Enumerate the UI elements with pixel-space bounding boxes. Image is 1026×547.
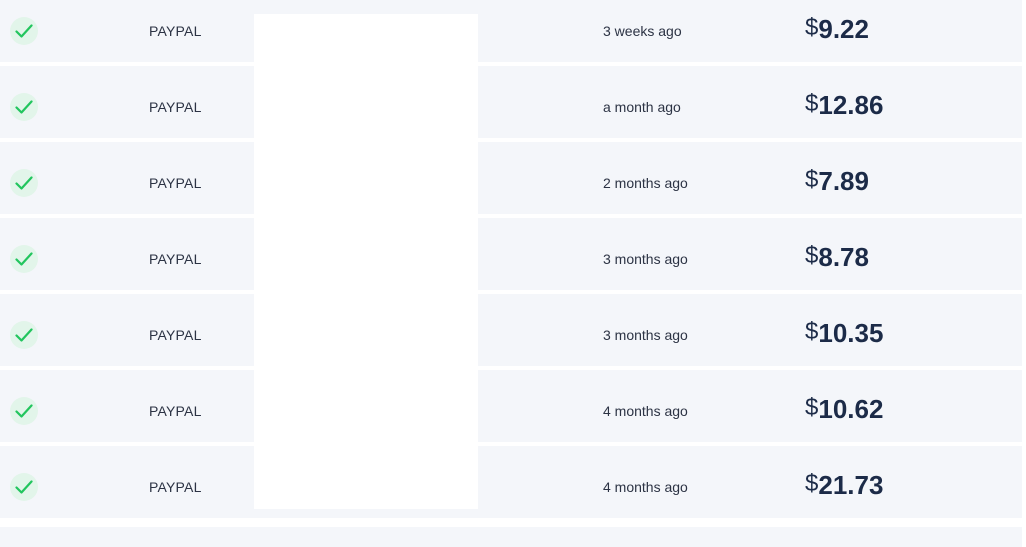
transaction-time: a month ago	[603, 99, 681, 115]
currency-symbol: $	[805, 14, 819, 41]
currency-symbol: $	[805, 242, 819, 269]
currency-symbol: $	[805, 90, 819, 117]
currency-symbol: $	[805, 470, 819, 497]
amount-value: 8.78	[818, 242, 869, 272]
table-row[interactable]: PAYPAL 3 weeks ago $9.22	[0, 0, 1022, 62]
transaction-amount: $10.62	[805, 394, 883, 425]
transaction-amount: $10.35	[805, 318, 883, 349]
payment-method: PAYPAL	[149, 403, 202, 419]
amount-value: 12.86	[818, 90, 884, 120]
transaction-time: 3 months ago	[603, 251, 688, 267]
transaction-amount: $8.78	[805, 242, 869, 273]
transaction-time: 4 months ago	[603, 403, 688, 419]
transaction-time: 4 months ago	[603, 479, 688, 495]
amount-value: 9.22	[818, 14, 869, 44]
transaction-amount: $21.73	[805, 470, 883, 501]
transaction-amount: $12.86	[805, 90, 883, 121]
currency-symbol: $	[805, 394, 819, 421]
amount-value: 10.62	[818, 394, 884, 424]
payment-method: PAYPAL	[149, 327, 202, 343]
currency-symbol: $	[805, 166, 819, 193]
check-icon	[10, 93, 38, 121]
amount-value: 10.35	[818, 318, 884, 348]
payment-method: PAYPAL	[149, 479, 202, 495]
amount-value: 7.89	[818, 166, 869, 196]
table-row[interactable]	[0, 527, 1022, 547]
transaction-list: PAYPAL 3 weeks ago $9.22 PAYPAL a month …	[0, 0, 1022, 522]
currency-symbol: $	[805, 318, 819, 345]
transaction-amount: $7.89	[805, 166, 869, 197]
table-row[interactable]: PAYPAL 2 months ago $7.89	[0, 142, 1022, 214]
transaction-time: 2 months ago	[603, 175, 688, 191]
check-icon	[10, 473, 38, 501]
check-icon	[10, 397, 38, 425]
check-icon	[10, 321, 38, 349]
amount-value: 21.73	[818, 470, 884, 500]
table-row[interactable]: PAYPAL a month ago $12.86	[0, 66, 1022, 138]
table-row[interactable]: PAYPAL 4 months ago $21.73	[0, 446, 1022, 518]
table-row[interactable]: PAYPAL 3 months ago $8.78	[0, 218, 1022, 290]
payment-method: PAYPAL	[149, 99, 202, 115]
payment-method: PAYPAL	[149, 175, 202, 191]
transaction-amount: $9.22	[805, 14, 869, 45]
table-row[interactable]: PAYPAL 4 months ago $10.62	[0, 370, 1022, 442]
payment-method: PAYPAL	[149, 23, 202, 39]
check-icon	[10, 17, 38, 45]
payment-method: PAYPAL	[149, 251, 202, 267]
table-row[interactable]: PAYPAL 3 months ago $10.35	[0, 294, 1022, 366]
transaction-time: 3 weeks ago	[603, 23, 682, 39]
check-icon	[10, 169, 38, 197]
check-icon	[10, 245, 38, 273]
redaction-box	[254, 14, 478, 509]
transaction-time: 3 months ago	[603, 327, 688, 343]
